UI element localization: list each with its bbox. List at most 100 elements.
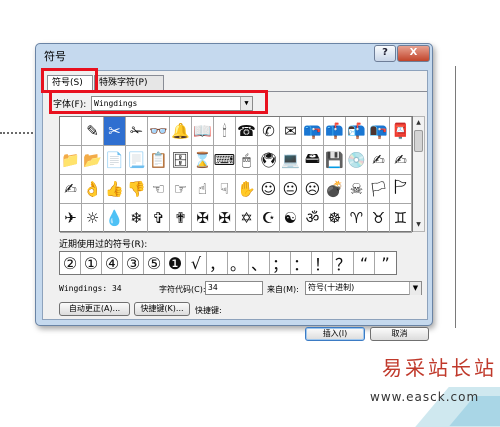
recent-symbols-row[interactable]: ② ① ④ ③ ⑤ ❶ √，。、；：！？ “” <box>59 251 397 275</box>
symbol-grid[interactable]: ✎ ✂ ✁ 👓 🔔 📖 🕯 ☎ ✆ ✉ 📪 📫 📬 📭 📮 📁 📂 📄 📃 📋 🗄 ⌛ ⌨ 🖱 🖲 💻 🖴 💾 💿 ✍ ✍ ✍ 👌 👍 👎 ☜ ☞ ☝ ☟ ✋… <box>59 116 413 233</box>
char-code-input[interactable]: 34 <box>205 281 263 295</box>
symbol-cell[interactable]: 💾 <box>324 146 346 175</box>
recent-symbol-cell[interactable]: √ <box>186 252 207 274</box>
symbol-cell[interactable]: 📂 <box>82 146 104 175</box>
symbol-cell[interactable]: 📮 <box>390 117 412 146</box>
symbol-cell[interactable]: ✞ <box>148 204 170 233</box>
symbol-cell[interactable]: ❄ <box>126 204 148 233</box>
close-button[interactable]: X <box>397 45 430 62</box>
cancel-button[interactable]: 取消 <box>370 327 429 341</box>
symbol-cell[interactable]: 🖴 <box>302 146 324 175</box>
symbol-cell[interactable]: 💧 <box>104 204 126 233</box>
recent-symbol-cell[interactable]: ！ <box>312 252 333 274</box>
symbol-cell[interactable]: 🗄 <box>170 146 192 175</box>
recent-symbol-cell[interactable]: ： <box>291 252 312 274</box>
symbol-cell[interactable]: 📭 <box>368 117 390 146</box>
recent-symbol-cell[interactable]: ① <box>81 252 102 274</box>
scroll-up-icon[interactable]: ▲ <box>413 117 424 129</box>
symbol-cell[interactable]: ⌨ <box>214 146 236 175</box>
symbol-cell[interactable]: ✡ <box>236 204 258 233</box>
symbol-cell[interactable]: ☎ <box>236 117 258 146</box>
symbol-cell[interactable]: ✉ <box>280 117 302 146</box>
symbol-cell[interactable]: 🏱 <box>390 175 412 204</box>
symbol-cell[interactable]: 🕯 <box>214 117 236 146</box>
symbol-cell[interactable]: ☞ <box>170 175 192 204</box>
recent-symbol-cell[interactable]: ❶ <box>165 252 186 274</box>
autocorrect-button[interactable]: 自动更正(A)... <box>59 302 130 316</box>
recent-symbol-cell[interactable]: ； <box>270 252 291 274</box>
symbol-cell[interactable]: ✍ <box>60 175 82 204</box>
symbol-cell[interactable]: ♉ <box>368 204 390 233</box>
recent-symbol-cell[interactable]: ② <box>60 252 81 274</box>
symbol-cell[interactable]: ♈ <box>346 204 368 233</box>
symbol-cell[interactable]: 📪 <box>302 117 324 146</box>
symbol-cell[interactable] <box>60 117 82 146</box>
vertical-divider-line <box>455 66 456 328</box>
symbol-cell[interactable]: ✋ <box>236 175 258 204</box>
symbol-cell[interactable]: ✎ <box>82 117 104 146</box>
symbol-cell[interactable]: ✁ <box>126 117 148 146</box>
symbol-cell[interactable]: ☯ <box>280 204 302 233</box>
symbol-cell[interactable]: ☺ <box>258 175 280 204</box>
symbol-cell[interactable]: 👌 <box>82 175 104 204</box>
symbol-cell[interactable]: 📃 <box>126 146 148 175</box>
symbol-cell[interactable]: 🔔 <box>170 117 192 146</box>
recent-symbol-cell[interactable]: ？ <box>333 252 354 274</box>
symbol-cell[interactable]: 👎 <box>126 175 148 204</box>
dialog-panel: 符号(S) 特殊字符(P) 字体(F): Wingdings ▼ ✎ ✂ ✁ 👓 🔔 📖 🕯… <box>41 68 429 341</box>
tab-special-characters[interactable]: 特殊字符(P) <box>94 75 164 91</box>
recent-symbol-cell[interactable]: ⑤ <box>144 252 165 274</box>
symbol-cell[interactable]: ☜ <box>148 175 170 204</box>
recent-symbol-cell[interactable]: ④ <box>102 252 123 274</box>
symbol-cell[interactable]: 📁 <box>60 146 82 175</box>
from-select[interactable]: 符号(十进制) ▼ <box>305 281 422 295</box>
info-row: Wingdings: 34 字符代码(C): 34 来自(M): 符号(十进制)… <box>59 281 425 297</box>
symbol-cell[interactable]: ☼ <box>82 204 104 233</box>
symbol-cell[interactable]: ✂ <box>104 117 126 146</box>
symbol-cell[interactable]: ☟ <box>214 175 236 204</box>
symbol-cell[interactable]: 📬 <box>346 117 368 146</box>
symbol-cell[interactable]: ॐ <box>302 204 324 233</box>
symbol-cell[interactable]: 📖 <box>192 117 214 146</box>
symbol-cell[interactable]: ✆ <box>258 117 280 146</box>
recent-symbol-cell[interactable]: 。 <box>228 252 249 274</box>
symbol-cell[interactable]: ✍ <box>390 146 412 175</box>
from-select-value: 符号(十进制) <box>308 283 355 292</box>
help-button[interactable]: ? <box>374 45 396 62</box>
recent-symbol-cell[interactable]: ， <box>207 252 228 274</box>
recent-symbol-cell[interactable]: ” <box>375 252 396 274</box>
symbol-cell[interactable]: ⌛ <box>192 146 214 175</box>
symbol-cell[interactable]: 👓 <box>148 117 170 146</box>
symbol-cell[interactable]: ☠ <box>346 175 368 204</box>
symbol-cell[interactable]: ✠ <box>214 204 236 233</box>
scrollbar-thumb[interactable] <box>414 130 423 152</box>
symbol-cell[interactable]: 💣 <box>324 175 346 204</box>
recent-symbol-cell[interactable]: “ <box>354 252 375 274</box>
symbol-cell[interactable]: 🖲 <box>258 146 280 175</box>
symbol-cell[interactable]: ☝ <box>192 175 214 204</box>
symbol-cell[interactable]: ✍ <box>368 146 390 175</box>
symbol-cell[interactable]: 📫 <box>324 117 346 146</box>
symbol-cell[interactable]: ✠ <box>192 204 214 233</box>
symbol-grid-scrollbar[interactable]: ▲ ▼ <box>413 116 425 232</box>
symbol-cell[interactable]: 📋 <box>148 146 170 175</box>
recent-symbol-cell[interactable]: ③ <box>123 252 144 274</box>
symbol-cell[interactable]: 👍 <box>104 175 126 204</box>
symbol-cell[interactable]: 🖱 <box>236 146 258 175</box>
scroll-down-icon[interactable]: ▼ <box>413 219 424 231</box>
insert-button[interactable]: 插入(I) <box>305 327 365 341</box>
symbol-cell[interactable]: ✟ <box>170 204 192 233</box>
recent-symbol-cell[interactable]: 、 <box>249 252 270 274</box>
symbol-cell[interactable]: 💿 <box>346 146 368 175</box>
symbol-cell[interactable]: ☸ <box>324 204 346 233</box>
symbol-cell[interactable]: 😐 <box>280 175 302 204</box>
shortcut-key-button[interactable]: 快捷键(K)... <box>134 302 190 316</box>
symbol-cell[interactable]: 📄 <box>104 146 126 175</box>
symbol-cell[interactable]: 🏳 <box>368 175 390 204</box>
symbol-cell[interactable]: ☹ <box>302 175 324 204</box>
chevron-down-icon[interactable]: ▼ <box>409 282 421 295</box>
symbol-cell[interactable]: 💻 <box>280 146 302 175</box>
symbol-cell[interactable]: ☪ <box>258 204 280 233</box>
symbol-cell[interactable]: ✈ <box>60 204 82 233</box>
symbol-cell[interactable]: ♊ <box>390 204 412 233</box>
